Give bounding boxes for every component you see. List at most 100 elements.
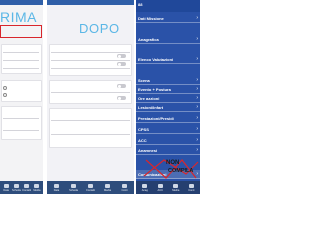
menu-item-ore-azzioni[interactable]: Ore azzioni › [136,94,200,103]
toggle-switch[interactable] [117,54,126,58]
menu-item-label: CPSS [138,126,149,132]
before-screenshot: RIMA Data Scheda Contatti Media [0,0,43,194]
tab-label: Media [103,188,112,192]
tab-label: Anag [141,188,148,192]
menu-item-evento-postura[interactable]: Evento + Postura › [136,85,200,94]
tab-scheda[interactable]: Scheda [69,183,78,192]
tab-label: Contatti [86,188,95,192]
chevron-right-icon: › [196,114,198,121]
tab-media[interactable]: Media [32,183,41,192]
tab-media[interactable]: Media [171,183,180,192]
after-title: DOPO [79,21,120,36]
media-icon [105,183,110,188]
menu-item-label: Elenco Valutazioni [138,56,174,62]
annotation-line-2: COMPILA [168,168,193,174]
menu-item-label: Evento + Postura [138,86,171,92]
tab-label: Data [3,188,9,192]
divider [3,130,39,131]
menu-item-anagrafica[interactable]: Anagrafica › [136,35,200,44]
toggle-switch[interactable] [117,96,126,100]
tab-label: Scheda [11,188,21,192]
menu-item-label: Prestazioni/Presidi [138,115,174,121]
chevron-right-icon: › [196,146,198,153]
divider [51,134,130,135]
chevron-right-icon: › [196,136,198,143]
radio-option[interactable] [3,86,7,90]
divider [51,92,130,93]
media-icon [173,183,179,188]
chevron-right-icon: › [196,76,198,83]
annotation-line-1: NON [166,160,179,166]
list-icon [122,183,127,188]
menu-item-lesioni[interactable]: Lesioni/Infart › [136,103,200,112]
menu-item-cpss[interactable]: CPSS › [136,125,200,134]
tab-conti[interactable]: Conti [120,183,129,192]
tab-label: Media [33,188,41,192]
menu-item-dati-missione[interactable]: Dati Missione › [136,14,200,23]
tab-anag[interactable]: Anag [140,183,149,192]
tab-media[interactable]: Media [103,183,112,192]
heart-icon [157,183,163,188]
tab-label: Conti [121,188,128,192]
toggle-switch[interactable] [117,84,126,88]
divider [51,68,130,69]
tab-contatti[interactable]: Contatti [22,183,32,192]
tab-acc[interactable]: ACC [156,183,165,192]
menu-item-label: Anamnesi [138,147,158,153]
divider [3,52,39,53]
chevron-right-icon: › [196,85,198,92]
handwritten-annotation: NON COMPILA [143,159,199,179]
chevron-right-icon: › [196,35,198,42]
highlight-box [0,25,42,38]
radio-card [1,80,42,102]
after-screenshot: DOPO Data Scheda Contatti Media Conti [47,0,134,194]
radio-option[interactable] [3,93,7,97]
status-bar [0,0,43,5]
menu-header-text: 88 [138,2,143,7]
tab-label: ACC [157,188,163,192]
toggle-switch[interactable] [117,62,126,66]
contacts-icon [24,183,30,188]
menu-item-label: Scena [138,77,150,83]
divider [3,60,39,61]
menu-item-label: Lesioni/Infart [138,104,164,110]
menu-item-label: Dati Missione [138,15,164,21]
tab-contatti[interactable]: Contatti [86,183,95,192]
menu-header: 88 [136,0,200,12]
chevron-right-icon: › [196,55,198,62]
form-card [1,44,42,74]
status-bar [47,0,134,5]
tab-label: Scheda [69,188,78,192]
menu-item-label: Ore azzioni [138,95,160,101]
menu-screenshot: 88 Dati Missione › Anagrafica › Elenco Val… [136,0,200,194]
chevron-right-icon: › [196,94,198,101]
list-icon [188,183,194,188]
tab-scheda[interactable]: Scheda [11,183,21,192]
card-icon [71,183,76,188]
tab-label: Contatti [22,188,32,192]
form-card [49,108,132,148]
before-title: RIMA [0,9,37,25]
calendar-icon [54,183,59,188]
bottom-tab-bar: Data Scheda Contatti Media [0,181,43,194]
form-card [1,106,42,140]
chevron-right-icon: › [196,103,198,110]
card-icon [13,183,19,188]
bottom-tab-bar: Data Scheda Contatti Media Conti [47,181,134,194]
menu-item-acc[interactable]: ACC › [136,136,200,145]
chevron-right-icon: › [196,125,198,132]
bottom-tab-bar: Anag ACC Media Conti [136,181,200,194]
menu-item-scena[interactable]: Scena › [136,76,200,85]
calendar-icon [3,183,9,188]
contacts-icon [88,183,93,188]
tab-label: Media [172,188,180,192]
tab-data[interactable]: Data [52,183,61,192]
divider [51,52,130,53]
menu-item-elenco-valutazioni[interactable]: Elenco Valutazioni › [136,55,200,64]
divider [51,120,130,121]
person-icon [142,183,148,188]
tab-data[interactable]: Data [2,183,11,192]
tab-conti[interactable]: Conti [187,183,196,192]
menu-item-prestazioni-presidi[interactable]: Prestazioni/Presidi › [136,114,200,123]
chevron-right-icon: › [196,14,198,21]
